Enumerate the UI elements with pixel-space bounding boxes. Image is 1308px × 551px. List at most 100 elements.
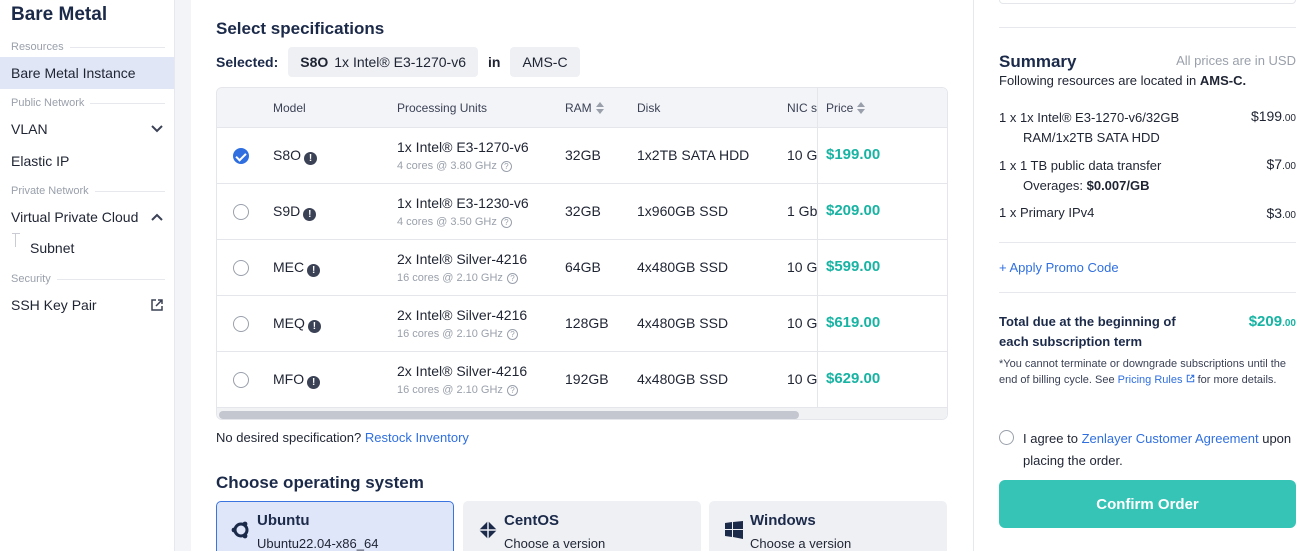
price-cell: $199.00 — [826, 146, 881, 163]
col-model: Model — [273, 101, 306, 115]
total-label: Total due at the beginning of each subsc… — [999, 314, 1176, 349]
price-cell: $599.00 — [826, 258, 881, 275]
sort-icon — [595, 102, 604, 114]
help-icon[interactable]: ? — [506, 385, 518, 396]
row-radio[interactable] — [233, 204, 249, 220]
restock-inventory-link[interactable]: Restock Inventory — [365, 430, 469, 445]
main-content: Select specifications Selected: S8O 1x In… — [191, 0, 973, 551]
help-icon[interactable]: ? — [500, 217, 512, 228]
row-divider — [818, 239, 947, 240]
apply-promo-code-link[interactable]: + Apply Promo Code — [999, 260, 1119, 275]
scrollbar-thumb[interactable] — [219, 411, 799, 419]
info-icon[interactable]: ! — [303, 208, 317, 221]
horizontal-scrollbar[interactable] — [217, 408, 947, 419]
selected-summary: Selected: S8O 1x Intel® E3-1270-v6 in AMS… — [216, 47, 580, 77]
divider — [999, 27, 1296, 28]
cpu-cell: 1x Intel® E3-1270-v6 — [397, 139, 529, 155]
sidebar-item-ssh-key-pair[interactable]: SSH Key Pair — [0, 289, 174, 321]
centos-icon — [479, 521, 497, 539]
row-radio[interactable] — [233, 372, 249, 388]
cores-cell: 4 cores @ 3.50 GHz? — [397, 216, 512, 228]
cores-cell: 16 cores @ 2.10 GHz? — [397, 328, 518, 340]
cpu-cell: 2x Intel® Silver-4216 — [397, 307, 528, 323]
divider — [999, 242, 1296, 243]
cores-cell: 4 cores @ 3.80 GHz? — [397, 160, 512, 172]
line-item-transfer: 1 x 1 TB public data transfer Overages: … — [999, 158, 1162, 193]
price-column: Price $199.00 $209.00 $599.00 $619.00 $629.0… — [817, 88, 947, 419]
summary-title: Summary — [999, 52, 1077, 71]
row-radio[interactable] — [233, 148, 249, 164]
external-link-icon — [1186, 374, 1194, 383]
col-processing: Processing Units — [397, 101, 488, 115]
line-item-server: 1 x 1x Intel® E3-1270-v6/32GB RAM/1x2TB … — [999, 110, 1180, 145]
help-icon[interactable]: ? — [500, 161, 512, 172]
sidebar-item-subnet[interactable]: Subnet — [30, 240, 74, 256]
ram-cell: 128GB — [565, 315, 609, 331]
sidebar: Bare Metal Resources Bare Metal Instance… — [0, 0, 175, 551]
info-icon[interactable]: ! — [304, 152, 318, 165]
pricing-rules-link[interactable]: Pricing Rules — [1118, 374, 1198, 386]
total-amount: $209.00 — [1248, 313, 1296, 330]
cores-cell: 16 cores @ 2.10 GHz? — [397, 272, 518, 284]
os-card-ubuntu[interactable]: Ubuntu Ubuntu22.04-x86_64 — [216, 501, 454, 551]
row-radio[interactable] — [233, 316, 249, 332]
section-private-network: Private Network — [11, 185, 165, 197]
model-cell: MEC! — [273, 259, 321, 277]
nic-cell: 1 Gb — [787, 203, 818, 219]
nic-cell: 10 G — [787, 147, 818, 163]
divider — [999, 292, 1296, 293]
col-disk: Disk — [637, 101, 661, 115]
line-item-server-amount: $199.00 — [1250, 108, 1296, 124]
sidebar-item-vpc[interactable]: Virtual Private Cloud — [0, 201, 174, 233]
sidebar-item-elastic-ip[interactable]: Elastic IP — [0, 145, 174, 177]
nic-cell: 10 G — [787, 259, 818, 275]
sort-icon — [857, 102, 866, 114]
chevron-up-icon — [151, 213, 163, 221]
help-icon[interactable]: ? — [506, 273, 518, 284]
info-icon[interactable]: ! — [307, 320, 321, 333]
in-label: in — [488, 54, 501, 70]
os-name: CentOS — [504, 512, 560, 529]
row-radio[interactable] — [233, 260, 249, 276]
disk-cell: 1x960GB SSD — [637, 203, 729, 219]
currency-note: All prices are in USD — [1176, 53, 1296, 68]
cpu-cell: 2x Intel® Silver-4216 — [397, 251, 528, 267]
section-security: Security — [11, 273, 165, 285]
chevron-down-icon — [151, 125, 163, 133]
no-desired-spec: No desired specification? Restock Invent… — [216, 430, 469, 445]
info-icon[interactable]: ! — [307, 376, 321, 389]
help-icon[interactable]: ? — [506, 329, 518, 340]
confirm-order-button[interactable]: Confirm Order — [999, 480, 1296, 528]
os-card-centos[interactable]: CentOS Choose a version — [463, 501, 701, 551]
sidebar-item-bare-metal-instance[interactable]: Bare Metal Instance — [0, 57, 174, 89]
line-item-ipv4: 1 x Primary IPv4 — [999, 205, 1095, 220]
selected-label: Selected: — [216, 54, 279, 70]
os-card-windows[interactable]: Windows Choose a version — [709, 501, 947, 551]
nic-cell: 10 G — [787, 315, 818, 331]
os-version: Choose a version — [750, 536, 852, 551]
cores-cell: 16 cores @ 2.10 GHz? — [397, 384, 518, 396]
agreement-text: I agree to Zenlayer Customer Agreement u… — [1023, 431, 1292, 468]
top-field[interactable] — [999, 0, 1296, 4]
agree-checkbox[interactable] — [999, 430, 1014, 445]
external-link-icon — [151, 299, 163, 311]
cpu-cell: 1x Intel® E3-1230-v6 — [397, 195, 529, 211]
customer-agreement-link[interactable]: Zenlayer Customer Agreement — [1082, 431, 1259, 446]
info-icon[interactable]: ! — [307, 264, 321, 277]
os-name: Ubuntu — [257, 512, 310, 529]
line-item-transfer-amount: $7.00 — [1266, 156, 1296, 172]
ram-cell: 192GB — [565, 371, 609, 387]
col-ram[interactable]: RAM — [565, 101, 604, 115]
disk-cell: 4x480GB SSD — [637, 371, 729, 387]
col-price[interactable]: Price — [826, 101, 866, 115]
ram-cell: 64GB — [565, 259, 601, 275]
selected-location-chip: AMS-C — [510, 47, 580, 77]
cpu-cell: 2x Intel® Silver-4216 — [397, 363, 528, 379]
model-cell: S8O! — [273, 147, 318, 165]
section-resources: Resources — [11, 41, 165, 53]
tree-connector — [12, 233, 23, 247]
sidebar-item-vlan[interactable]: VLAN — [0, 113, 174, 145]
line-item-ipv4-amount: $3.00 — [1266, 205, 1296, 221]
price-cell: $209.00 — [826, 202, 881, 219]
billing-disclaimer: *You cannot terminate or downgrade subsc… — [999, 358, 1286, 386]
